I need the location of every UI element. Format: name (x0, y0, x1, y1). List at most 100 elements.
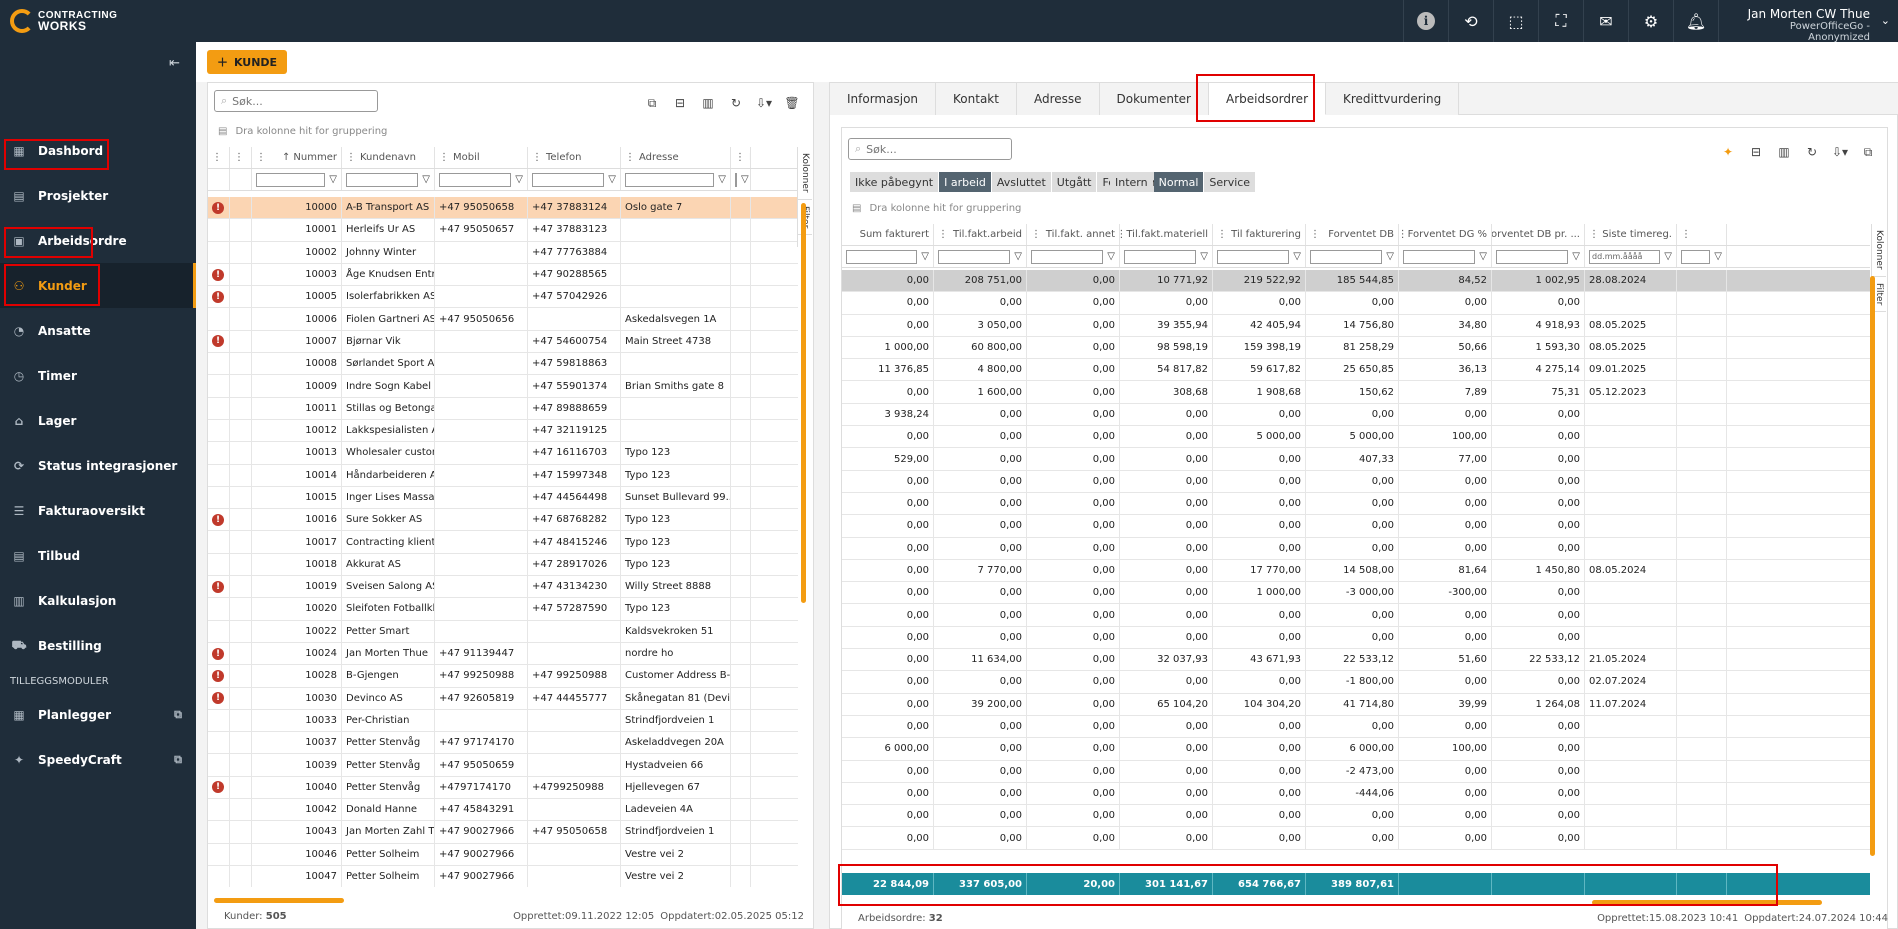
table-row[interactable]: 10006 Fiolen Gartneri AS +47 95050656 Asked… (208, 308, 798, 331)
column-filter-input[interactable] (938, 249, 1011, 264)
filter-icon[interactable]: ▽ (1386, 251, 1394, 262)
table-row[interactable]: 10018 Akkurat AS +47 28917026 Typo 123 (208, 553, 798, 577)
table-row[interactable]: 0,00 3 050,00 0,00 39 355,94 42 405,94 14 756… (842, 314, 1870, 337)
table-row[interactable]: 1 000,00 60 800,00 0,00 98 598,19 159 398,19… (842, 336, 1870, 360)
sidebar-item-arbeidsordre[interactable]: ▣ Arbeidsordre (0, 218, 196, 263)
status-filter-1[interactable]: I arbeid (939, 172, 991, 192)
column-menu-icon[interactable]: ⋮ (735, 152, 745, 163)
filter-icon[interactable]: ▽ (1714, 251, 1722, 262)
table-row[interactable]: 0,00 0,00 0,00 0,00 0,00 0,00 0,00 0,00 (842, 715, 1870, 739)
customer-horizontal-scrollbar[interactable] (214, 898, 344, 903)
table-row[interactable]: 0,00 0,00 0,00 0,00 0,00 0,00 0,00 0,00 (842, 827, 1870, 850)
column-header[interactable]: ⋮ Siste timereg. (1585, 224, 1677, 245)
filter-icon[interactable]: ▽ (1107, 251, 1115, 262)
column-menu-icon[interactable]: ⋮ (1589, 229, 1599, 240)
columns-button[interactable]: ▥ (1773, 142, 1795, 162)
table-row[interactable]: 10002 Johnny Winter +47 77763884 (208, 241, 798, 264)
sidebar-item-timer[interactable]: ◷ Timer (0, 353, 196, 398)
table-row[interactable]: 10042 Donald Hanne +47 45843291 Ladeveien 4… (208, 799, 798, 822)
filter-icon[interactable]: ▽ (741, 174, 749, 185)
table-row[interactable]: 6 000,00 0,00 0,00 0,00 0,00 6 000,00 100,00 0,… (842, 738, 1870, 761)
table-row[interactable]: 10020Sleifoten Fotballklub... +47 5728759… (208, 598, 798, 621)
sync-button[interactable]: ⟲ (1448, 0, 1493, 42)
tab-kontakt[interactable]: Kontakt (936, 83, 1017, 115)
column-header[interactable]: ⋮ Adresse (621, 147, 731, 168)
table-row[interactable]: 0,00 11 634,00 0,00 32 037,93 43 671,93 22 53… (842, 649, 1870, 672)
column-menu-icon[interactable]: ⋮ (938, 229, 948, 240)
sidebar-item-kunder[interactable]: ⚇ Kunder (0, 263, 196, 308)
column-filter-input[interactable] (1217, 249, 1290, 264)
column-filter-input[interactable] (1496, 249, 1569, 264)
table-row[interactable]: 10001 Herleifs Ur AS +47 95050657 +47 37883… (208, 219, 798, 242)
column-menu-icon[interactable]: ⋮ (625, 152, 635, 163)
column-menu-icon[interactable]: ⋮ (1217, 229, 1227, 240)
table-row[interactable]: ! 10040 Petter Stenvåg +4797174170 +47992509… (208, 776, 798, 800)
table-row[interactable]: 0,00 0,00 0,00 0,00 0,00 0,00 0,00 0,00 (842, 470, 1870, 493)
table-row[interactable]: 10022 Petter Smart Kaldsvekroken 51 (208, 620, 798, 643)
column-filter-input[interactable]: dd.mm.åååå (1589, 249, 1661, 264)
filter-icon[interactable]: ▽ (515, 174, 523, 185)
sidebar-item-ansatte[interactable]: ◔ Ansatte (0, 308, 196, 353)
sidebar-item-prosjekter[interactable]: ▤ Prosjekter (0, 173, 196, 218)
table-row[interactable]: ! 10007 Bjørnar Vik +47 54600754 Main Street… (208, 330, 798, 354)
table-row[interactable]: 0,00 0,00 0,00 0,00 5 000,00 5 000,00 100,00 0,… (842, 426, 1870, 449)
table-row[interactable]: 0,00 39 200,00 0,00 65 104,20 104 304,20 41 7… (842, 693, 1870, 716)
refresh-button[interactable]: ↻ (725, 93, 747, 113)
table-row[interactable]: 10011Stillas og Betongarbe... +47 8988865… (208, 397, 798, 420)
column-header[interactable]: ⋮Forventet DG % (1399, 224, 1492, 245)
column-filter-input[interactable] (735, 172, 737, 187)
table-row[interactable]: 0,00 0,00 0,00 0,00 0,00 0,00 0,00 0,00 (842, 492, 1870, 516)
column-menu-icon[interactable]: ⋮ (256, 152, 266, 163)
column-filter-input[interactable] (1124, 249, 1197, 264)
table-row[interactable]: 10014 Håndarbeideren AL +47 15997348 Typo 1… (208, 464, 798, 487)
column-filter-input[interactable] (1031, 249, 1104, 264)
customer-search[interactable]: ⌕ (214, 90, 378, 112)
column-header[interactable]: ⋮ ↑ Nummer (252, 147, 342, 168)
tab-dokumenter[interactable]: Dokumenter (1099, 83, 1209, 115)
workorder-vertical-scrollbar[interactable] (1870, 276, 1875, 856)
column-menu-icon[interactable]: ⋮ (1031, 229, 1041, 240)
status-filter-0[interactable]: Ikke påbegynt (850, 172, 939, 192)
table-row[interactable]: 0,00 0,00 0,00 0,00 1 000,00 -3 000,00 -300,00… (842, 582, 1870, 605)
workorder-search[interactable]: ⌕ (848, 138, 1012, 160)
reset-layout-button[interactable]: ⊟ (1745, 142, 1767, 162)
customer-search-input[interactable] (232, 94, 377, 108)
table-row[interactable]: ! 10000 A-B Transport AS +47 95050658 +47 37… (208, 197, 798, 220)
filter-icon[interactable]: ▽ (422, 174, 430, 185)
table-row[interactable]: 0,00 0,00 0,00 0,00 0,00 -2 473,00 0,00 0,00 (842, 760, 1870, 783)
app-logo[interactable]: CONTRACTING WORKS (0, 0, 196, 42)
table-row[interactable]: 11 376,85 4 800,00 0,00 54 817,82 59 617,82 2… (842, 359, 1870, 382)
tab-adresse[interactable]: Adresse (1016, 83, 1100, 115)
table-row[interactable]: ! 10003Åge Knudsen Entrepr... +47 90288565 (208, 263, 798, 287)
table-row[interactable]: 10009Indre Sogn Kabel AS +47 55901374Bria… (208, 375, 798, 398)
filter-icon[interactable]: ▽ (1200, 251, 1208, 262)
new-workorder-button[interactable]: ✦ (1717, 142, 1739, 162)
table-row[interactable]: 10043Jan Morten Zahl Thue+47 90027966+47… (208, 821, 798, 844)
notifications-button[interactable]: 🔔︎ (1673, 0, 1718, 42)
table-row[interactable]: 0,00 1 600,00 0,00 308,68 1 908,68 150,62 7,89… (842, 381, 1870, 404)
column-header[interactable]: ⋮Til.fakt.materiell (1120, 224, 1213, 245)
column-header[interactable]: ⋮ Til fakturering (1213, 224, 1306, 245)
customer-vertical-scrollbar[interactable] (801, 203, 806, 603)
table-row[interactable]: 10015Inger Lises Massasje +47 44564498Sun… (208, 486, 798, 510)
filter-icon[interactable]: ▽ (1479, 251, 1487, 262)
column-menu-icon[interactable]: ⋮ (439, 152, 449, 163)
table-row[interactable]: 10012 Lakkspesialisten AS +47 32119125 (208, 419, 798, 443)
column-filter-input[interactable] (625, 172, 715, 187)
table-row[interactable]: 10033 Per-Christian Strindfjordveien 1 (208, 709, 798, 733)
table-row[interactable]: 0,00 208 751,00 0,00 10 771,92 219 522,92 185… (842, 270, 1870, 293)
status-filter-2[interactable]: Avsluttet (991, 172, 1051, 192)
delete-button[interactable]: 🗑︎ (781, 93, 803, 113)
column-header[interactable]: ⋮ Telefon (528, 147, 621, 168)
filter-icon[interactable]: ▽ (608, 174, 616, 185)
workorder-horizontal-scrollbar[interactable] (1592, 900, 1822, 905)
fullscreen-button[interactable]: ⛶ (1538, 0, 1583, 42)
table-row[interactable]: 10039 Petter Stenvåg +47 95050659 Hystadvei… (208, 754, 798, 777)
column-menu-icon[interactable]: ⋮ (346, 152, 356, 163)
column-header[interactable]: ⋮Forventet DB pr. ... (1492, 224, 1585, 245)
collapse-sidebar-icon[interactable]: ⇤ (169, 56, 180, 71)
filter-icon[interactable]: ▽ (1572, 251, 1580, 262)
export-button[interactable]: ⇩▾ (1829, 142, 1851, 162)
sidebar-item-lager[interactable]: ⌂ Lager (0, 398, 196, 443)
table-row[interactable]: 0,00 0,00 0,00 0,00 0,00 0,00 0,00 0,00 (842, 537, 1870, 560)
